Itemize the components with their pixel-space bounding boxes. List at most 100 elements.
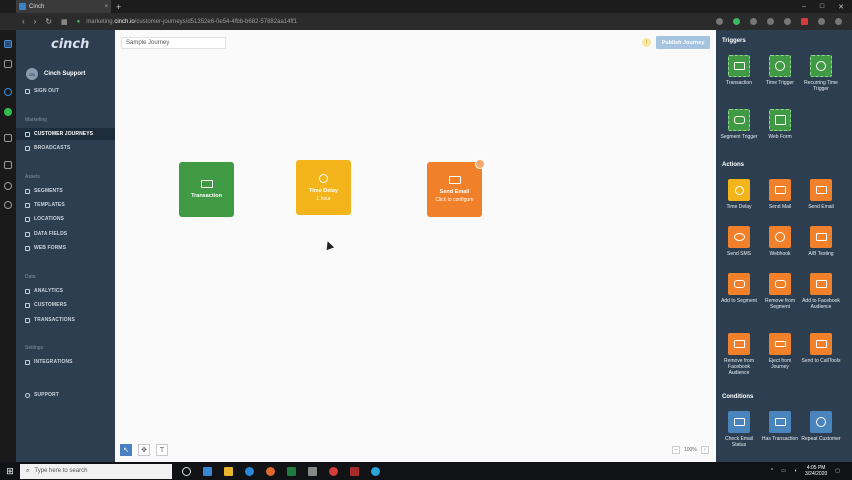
palette-item-remove-from-facebook-audience[interactable]: Remove from Facebook Audience xyxy=(719,333,759,376)
palette-item-send-mail[interactable]: Send Mail xyxy=(760,179,800,210)
clock[interactable]: 4:05 PM 3/24/2020 xyxy=(805,465,827,477)
speed-dial-icon[interactable] xyxy=(4,40,12,48)
minimize-button[interactable]: – xyxy=(802,3,806,11)
palette-item-add-to-facebook-audience[interactable]: Add to Facebook Audience xyxy=(801,273,841,310)
excel-icon[interactable] xyxy=(287,466,296,476)
tabs-grid-icon[interactable]: ▦ xyxy=(61,18,68,26)
user-profile[interactable]: CS Cinch Support xyxy=(26,68,85,80)
journey-node-send-email[interactable]: Send Email Click to configure xyxy=(427,159,485,217)
whatsapp-icon[interactable] xyxy=(4,108,12,116)
palette-item-add-to-segment[interactable]: Add to Segment xyxy=(719,273,759,304)
select-tool-button[interactable]: ↖ xyxy=(120,444,132,456)
sidebar-item-label: CUSTOMERS xyxy=(34,302,67,308)
palette-item-check-email-status[interactable]: Check Email Status xyxy=(719,411,759,448)
lock-icon: ● xyxy=(76,18,81,25)
palette-item-remove-from-segment[interactable]: Remove from Segment xyxy=(760,273,800,310)
maximize-button[interactable]: □ xyxy=(820,3,824,11)
palette-item-eject-from-journey[interactable]: Eject from Journey xyxy=(760,333,800,370)
extension-badge-icon[interactable] xyxy=(801,18,808,25)
history-icon[interactable] xyxy=(4,182,12,190)
palette-item-web-form[interactable]: Web Form xyxy=(760,109,800,140)
home-icon[interactable] xyxy=(4,60,12,68)
warning-icon[interactable]: ! xyxy=(642,38,651,47)
palette-item-time-delay[interactable]: Time Delay xyxy=(719,179,759,210)
journey-node-transaction[interactable]: Transaction xyxy=(179,162,234,217)
palette-item-transaction[interactable]: Transaction xyxy=(719,55,759,86)
palette-item-repeat-customer[interactable]: Repeat Customer xyxy=(801,411,841,442)
sidebar-item-data-fields[interactable]: DATA FIELDS xyxy=(16,228,115,240)
close-window-button[interactable]: ✕ xyxy=(838,3,844,11)
volume-icon[interactable]: ◖ xyxy=(794,468,797,474)
heart-icon[interactable] xyxy=(767,18,774,25)
extensions-icon[interactable] xyxy=(784,18,791,25)
web-forms-icon xyxy=(25,245,30,251)
player-icon[interactable] xyxy=(4,134,12,142)
forward-button[interactable]: › xyxy=(34,17,37,26)
cortana-icon[interactable] xyxy=(182,466,191,476)
text-tool-button[interactable]: T xyxy=(156,444,168,456)
sidebar-item-integrations[interactable]: INTEGRATIONS xyxy=(16,356,115,368)
actions-heading: Actions xyxy=(722,162,745,168)
shield-icon[interactable] xyxy=(733,18,740,25)
sidebar-item-broadcasts[interactable]: BROADCASTS xyxy=(16,142,115,154)
sidebar-item-segments[interactable]: SEGMENTS xyxy=(16,185,115,197)
zoom-out-button[interactable]: – xyxy=(672,446,680,454)
download-icon[interactable] xyxy=(818,18,825,25)
zoom-in-button[interactable]: › xyxy=(700,446,709,454)
flow-icon[interactable] xyxy=(750,18,757,25)
firefox-icon[interactable] xyxy=(266,466,275,476)
form-icon xyxy=(774,115,786,125)
palette-item-send-to-calltools[interactable]: Send to CallTools xyxy=(801,333,841,364)
sidebar-item-customers[interactable]: CUSTOMERS xyxy=(16,299,115,311)
sign-out-link[interactable]: SIGN OUT xyxy=(16,85,115,97)
app-icon[interactable] xyxy=(308,466,317,476)
sidebar-item-locations[interactable]: LOCATIONS xyxy=(16,213,115,225)
sidebar-item-web-forms[interactable]: WEB FORMS xyxy=(16,242,115,254)
reload-button[interactable]: ↻ xyxy=(45,17,52,26)
sidebar-item-transactions[interactable]: TRANSACTIONS xyxy=(16,314,115,326)
heart-icon[interactable] xyxy=(4,161,12,169)
network-icon[interactable]: ▭ xyxy=(781,468,786,474)
new-tab-button[interactable]: + xyxy=(116,2,121,12)
menu-icon[interactable] xyxy=(835,18,842,25)
palette-item-segment-trigger[interactable]: Segment Trigger xyxy=(719,109,759,140)
messenger-icon[interactable] xyxy=(4,88,12,96)
tray-chevron-icon[interactable]: ^ xyxy=(771,468,773,474)
edge-icon[interactable] xyxy=(245,466,254,476)
palette-item-ab-testing[interactable]: A/B Testing xyxy=(801,226,841,257)
opera-icon[interactable] xyxy=(329,466,338,476)
telegram-icon[interactable] xyxy=(371,466,380,476)
sidebar-item-customer-journeys[interactable]: CUSTOMER JOURNEYS xyxy=(16,128,115,140)
pan-tool-button[interactable]: ✥ xyxy=(138,444,150,456)
palette-item-send-sms[interactable]: Send SMS xyxy=(719,226,759,257)
sidebar-item-analytics[interactable]: ANALYTICS xyxy=(16,285,115,297)
palette-item-time-trigger[interactable]: Time Trigger xyxy=(760,55,800,86)
palette-item-has-transaction[interactable]: Has Transaction xyxy=(760,411,800,442)
sidebar-item-support[interactable]: SUPPORT xyxy=(16,389,115,401)
cinch-logo[interactable]: cinch xyxy=(51,37,89,52)
palette-item-webhook[interactable]: Webhook xyxy=(760,226,800,257)
taskbar-search-input[interactable]: ⌕ Type here to search xyxy=(20,463,172,479)
publish-journey-button[interactable]: Publish Journey xyxy=(656,36,710,49)
url-field[interactable]: marketing.cinch.io/customer-journeys/d51… xyxy=(86,19,297,25)
section-heading-assets: Assets xyxy=(25,174,41,180)
browser-tab[interactable]: Cinch × xyxy=(16,0,111,13)
url-host: cinch.io xyxy=(114,18,135,25)
repeat-icon xyxy=(816,417,826,427)
journey-node-time-delay[interactable]: Time Delay 1 hour xyxy=(296,160,351,215)
palette-item-recurring-time-trigger[interactable]: Recurring Time Trigger xyxy=(801,55,841,92)
task-view-icon[interactable] xyxy=(203,466,212,476)
palette-item-send-email[interactable]: Send Email xyxy=(801,179,841,210)
notifications-icon[interactable]: ▢ xyxy=(835,468,840,474)
settings-icon[interactable] xyxy=(4,201,12,209)
node-alert-badge[interactable] xyxy=(475,159,485,169)
windows-start-icon[interactable]: ⊞ xyxy=(0,462,20,480)
camera-icon[interactable] xyxy=(716,18,723,25)
journey-canvas[interactable]: Sample Journey ! Publish Journey Transac… xyxy=(115,30,716,462)
file-explorer-icon[interactable] xyxy=(224,466,233,476)
sidebar-item-templates[interactable]: TEMPLATES xyxy=(16,199,115,211)
app-icon-2[interactable] xyxy=(350,466,359,476)
journey-name-input[interactable]: Sample Journey xyxy=(121,37,226,49)
close-tab-icon[interactable]: × xyxy=(104,4,108,10)
back-button[interactable]: ‹ xyxy=(22,17,25,26)
